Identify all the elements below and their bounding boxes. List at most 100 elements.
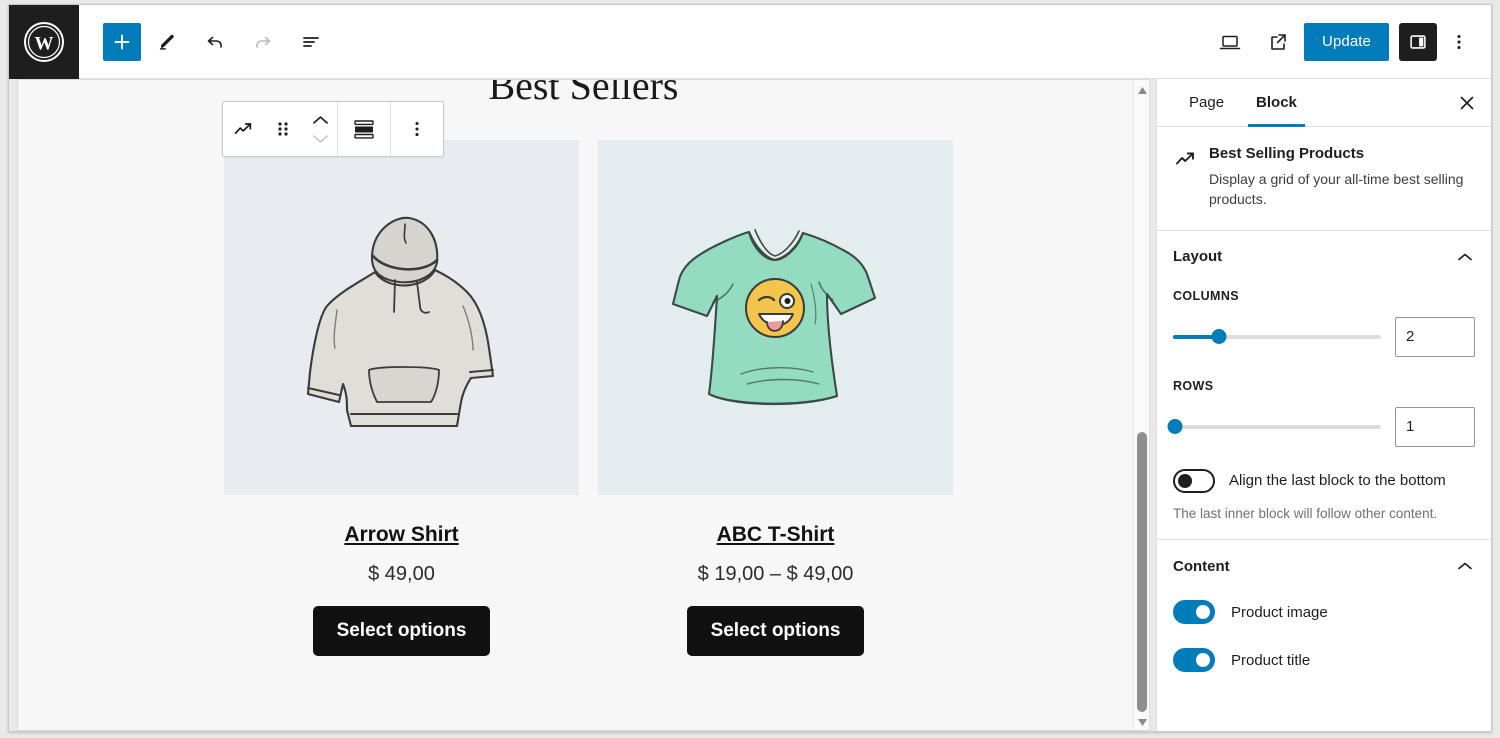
product-title[interactable]: Arrow Shirt [224, 523, 579, 547]
tab-page[interactable]: Page [1173, 79, 1240, 127]
block-toolbar-main-group [223, 102, 337, 156]
hoodie-sketch-image[interactable] [224, 140, 579, 495]
columns-label: COLUMNS [1173, 288, 1239, 303]
editor-header-toolbar: W Update [9, 5, 1491, 79]
block-type-button[interactable] [223, 102, 263, 156]
external-link-icon [1271, 33, 1286, 50]
block-description: Display a grid of your all-time best sel… [1209, 171, 1464, 208]
best-selling-products-block[interactable]: Arrow Shirt $ 49,00 Select options ABC T… [224, 140, 954, 656]
chevron-up-icon[interactable] [1455, 556, 1475, 576]
drag-dots-icon [278, 122, 288, 136]
add-block-button[interactable] [103, 22, 141, 61]
product-card[interactable]: ABC T-Shirt $ 19,00 – $ 49,00 Select opt… [598, 140, 953, 656]
wordpress-logo-icon[interactable]: W [9, 5, 79, 79]
redo-button[interactable] [241, 20, 285, 64]
move-block-up-button[interactable] [312, 111, 329, 129]
settings-sidebar: Page Block Best Selling Products Display… [1156, 79, 1491, 731]
product-action-row: Select options [224, 606, 579, 656]
block-name: Best Selling Products [1209, 145, 1365, 162]
product-image-toggle[interactable] [1173, 600, 1215, 625]
rows-number-input[interactable] [1395, 406, 1475, 447]
tshirt-emoji-sketch-image[interactable] [598, 140, 953, 495]
sidebar-tab-bar: Page Block [1157, 79, 1491, 127]
product-title[interactable]: ABC T-Shirt [598, 523, 953, 547]
layout-panel-header[interactable]: Layout [1173, 247, 1475, 267]
product-image-label: Product image [1231, 603, 1328, 621]
scroll-up-arrow-icon[interactable] [1134, 82, 1149, 98]
header-more-menu-button[interactable] [1441, 20, 1477, 64]
content-panel: Content Product image Product title [1157, 540, 1491, 688]
product-card[interactable]: Arrow Shirt $ 49,00 Select options [224, 140, 579, 656]
pencil-icon [159, 34, 174, 50]
svg-text:W: W [35, 33, 54, 54]
block-toolbar[interactable] [222, 101, 444, 157]
editor-canvas-wrapper: Best Sellers Arrow Shirt $ 49,00 Select … [9, 79, 1156, 731]
trending-up-icon [234, 123, 252, 134]
rows-slider[interactable] [1167, 418, 1381, 436]
toggle-knob [1178, 473, 1192, 488]
columns-number-input[interactable] [1395, 316, 1475, 357]
close-sidebar-button[interactable] [1447, 83, 1487, 123]
select-options-button[interactable]: Select options [312, 606, 491, 656]
preview-button[interactable] [1208, 20, 1252, 64]
canvas-scrollbar-thumb[interactable] [1137, 432, 1147, 712]
editor-main-area: Best Sellers Arrow Shirt $ 49,00 Select … [9, 79, 1491, 731]
chevron-up-icon [312, 115, 328, 124]
document-overview-button[interactable] [289, 20, 333, 64]
plus-icon [114, 34, 130, 49]
block-info-text: Best Selling Products Display a grid of … [1209, 145, 1475, 210]
columns-slider-thumb[interactable] [1211, 329, 1227, 345]
layout-panel: Layout COLUMNS ROWS [1157, 231, 1491, 541]
rows-slider-thumb[interactable] [1167, 419, 1183, 435]
align-last-block-label: Align the last block to the bottom [1229, 472, 1446, 490]
kebab-menu-icon [415, 121, 419, 137]
move-block-down-button[interactable] [312, 130, 329, 148]
block-movers [303, 102, 337, 156]
trending-up-icon [1173, 145, 1197, 210]
edit-mode-button[interactable] [145, 20, 189, 64]
rows-label: ROWS [1173, 378, 1214, 393]
settings-sidebar-toggle-button[interactable] [1399, 22, 1437, 61]
list-view-icon [303, 36, 319, 47]
undo-button[interactable] [193, 20, 237, 64]
kebab-menu-icon [1457, 34, 1461, 49]
drag-handle[interactable] [263, 102, 303, 156]
page-title: Best Sellers [488, 79, 679, 108]
align-button[interactable] [338, 102, 390, 156]
product-title-toggle-row: Product title [1173, 648, 1475, 673]
laptop-icon [1219, 35, 1241, 49]
tab-block[interactable]: Block [1240, 79, 1313, 127]
canvas-scrollbar[interactable] [1133, 80, 1149, 730]
content-panel-title: Content [1173, 557, 1230, 575]
product-image-toggle-row: Product image [1173, 600, 1475, 625]
header-right-tools: Update [1208, 20, 1491, 64]
product-title-toggle[interactable] [1173, 648, 1215, 673]
close-icon [1460, 96, 1474, 109]
slider-track [1173, 424, 1381, 429]
block-options-button[interactable] [391, 102, 443, 156]
editor-window: W Update Best Sellers Arrow Shirt $ 49,0… [8, 4, 1492, 732]
align-last-block-toggle[interactable] [1173, 468, 1215, 493]
select-options-button[interactable]: Select options [686, 606, 865, 656]
header-left-tools [79, 20, 333, 64]
product-action-row: Select options [598, 606, 953, 656]
update-button[interactable]: Update [1304, 22, 1389, 61]
editor-canvas[interactable]: Best Sellers Arrow Shirt $ 49,00 Select … [17, 79, 1150, 731]
view-site-button[interactable] [1256, 20, 1300, 64]
columns-slider[interactable] [1173, 328, 1381, 346]
product-title-label: Product title [1231, 651, 1311, 669]
toggle-knob [1196, 605, 1210, 620]
chevron-up-icon[interactable] [1455, 247, 1475, 267]
content-panel-header[interactable]: Content [1173, 556, 1475, 576]
product-price: $ 49,00 [368, 563, 435, 585]
scroll-down-arrow-icon[interactable] [1134, 714, 1149, 730]
block-info-card: Best Selling Products Display a grid of … [1157, 127, 1491, 231]
toggle-knob [1196, 653, 1210, 668]
layout-panel-title: Layout [1173, 248, 1223, 266]
rows-control-row [1167, 406, 1475, 447]
product-price: $ 19,00 – $ 49,00 [697, 563, 854, 585]
columns-control-row [1173, 316, 1475, 357]
undo-arrow-icon [207, 36, 222, 48]
redo-arrow-icon [256, 36, 271, 48]
block-toolbar-align-group [338, 102, 390, 156]
